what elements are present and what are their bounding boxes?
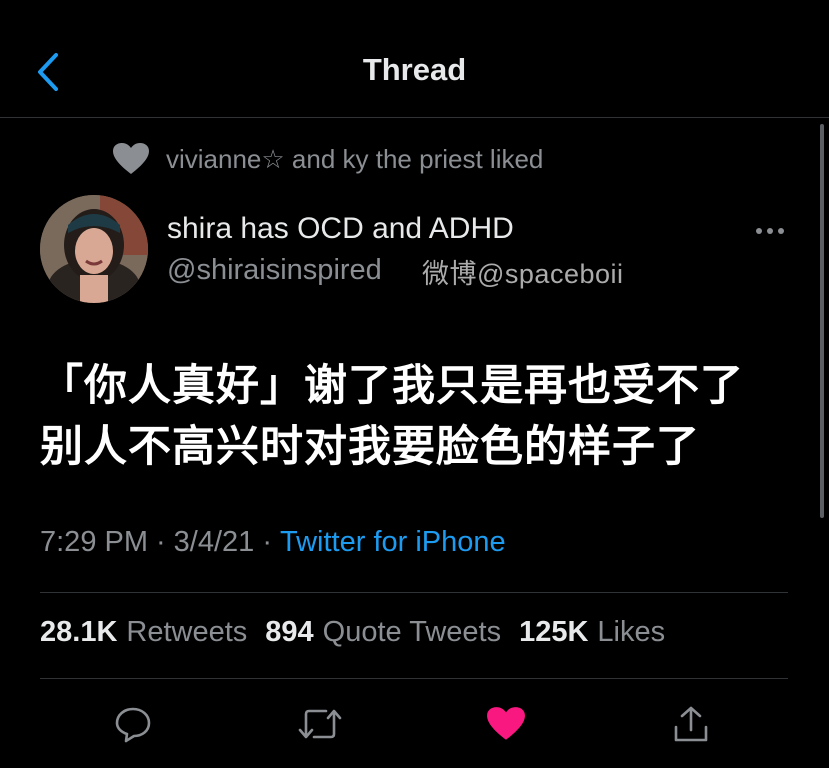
tweet-date: 3/4/21 (173, 526, 255, 558)
like-button[interactable] (478, 698, 534, 750)
retweets-count: 28.1K (40, 616, 118, 648)
thread-header: Thread (0, 0, 829, 118)
more-options-button[interactable] (750, 218, 790, 244)
tweet-time: 7:29 PM (40, 526, 148, 558)
retweets-stat[interactable]: 28.1K Retweets (40, 616, 247, 649)
heart-icon (113, 143, 149, 174)
meta-separator: · (156, 526, 166, 558)
heart-icon (487, 707, 525, 740)
avatar-photo (40, 195, 148, 303)
tweet-text-line: 别人不高兴时对我要脸色的样子了 (40, 422, 700, 472)
author-display-name[interactable]: shira has OCD and ADHD (167, 212, 514, 246)
divider (40, 592, 788, 593)
page-title: Thread (362, 52, 467, 87)
share-button[interactable] (663, 698, 719, 750)
meta-separator: · (262, 526, 272, 558)
retweet-icon (298, 709, 342, 739)
retweets-label: Retweets (126, 616, 248, 648)
avatar[interactable] (40, 195, 148, 303)
share-icon (674, 706, 708, 742)
tweet-text-line: 「你人真好」谢了我只是再也受不了 (40, 361, 744, 411)
scrollbar[interactable] (820, 124, 824, 518)
tweet-actions (0, 698, 829, 750)
likes-label: Likes (597, 616, 666, 648)
retweet-button[interactable] (292, 698, 348, 750)
social-context[interactable]: vivianne☆ and ky the priest liked (112, 140, 543, 178)
author-handle[interactable]: @shiraisinspired (167, 254, 382, 287)
tweet-meta: 7:29 PM · 3/4/21 · Twitter for iPhone (40, 526, 506, 559)
quote-tweets-stat[interactable]: 894 Quote Tweets (265, 616, 501, 649)
likes-stat[interactable]: 125K Likes (519, 616, 665, 649)
watermark: 微博@spaceboii (422, 259, 624, 289)
social-context-text: vivianne☆ and ky the priest liked (166, 143, 544, 174)
tweet-source-link[interactable]: Twitter for iPhone (280, 526, 506, 559)
likes-count: 125K (519, 616, 589, 648)
quote-tweets-count: 894 (265, 616, 314, 648)
divider (40, 678, 788, 679)
reply-button[interactable] (105, 698, 161, 750)
tweet-text: 「你人真好」谢了我只是再也受不了 别人不高兴时对我要脸色的样子了 (40, 356, 800, 478)
tweet-stats: 28.1K Retweets 894 Quote Tweets 125K Likes (40, 616, 683, 649)
quote-tweets-label: Quote Tweets (322, 616, 502, 648)
more-horizontal-icon (756, 228, 784, 234)
reply-icon (115, 707, 151, 743)
